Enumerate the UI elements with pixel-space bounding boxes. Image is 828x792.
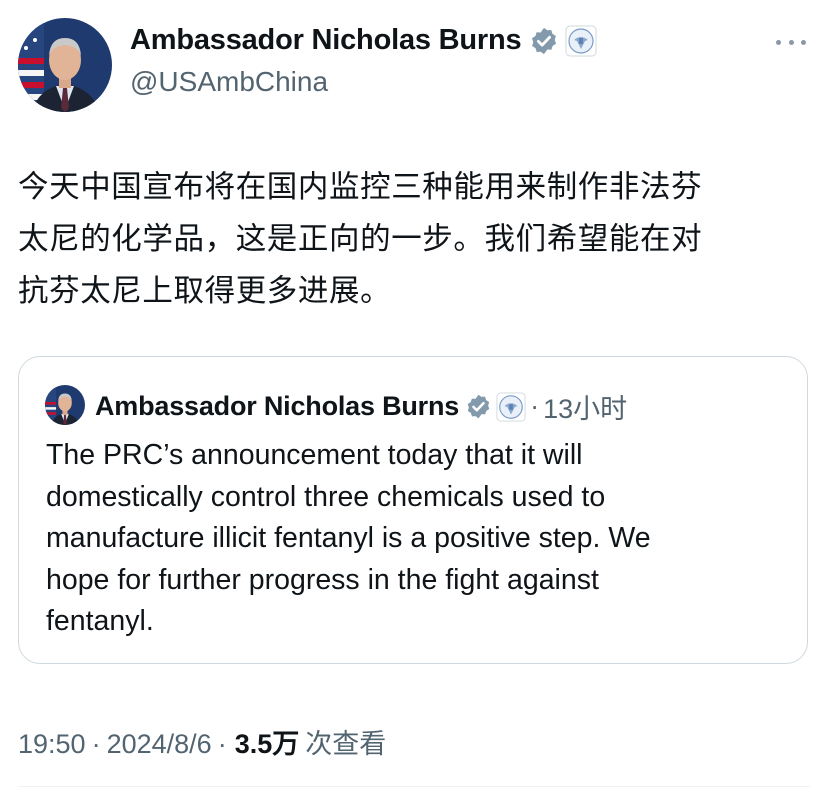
quoted-text-line: The PRC’s announcement today that it wil… (46, 439, 583, 471)
us-seal-icon[interactable] (565, 25, 597, 57)
verified-badge-icon[interactable] (465, 393, 492, 420)
tweet-meta: 19:50 · 2024/8/6 · 3.5万 次查看 (18, 722, 386, 761)
quoted-tweet-text: The PRC’s announcement today that it wil… (46, 435, 796, 643)
author-avatar[interactable] (18, 18, 112, 112)
views-count[interactable]: 3.5万 (235, 722, 300, 761)
author-name-row: Ambassador Nicholas Burns (130, 24, 597, 57)
quoted-header: Ambassador Nicholas Burns · 13小时 (95, 387, 627, 426)
tweet-date[interactable]: 2024/8/6 (107, 729, 212, 760)
tweet-text-line: 今天中国宣布将在国内监控三种能用来制作非法芬 (18, 170, 703, 205)
quoted-author-name[interactable]: Ambassador Nicholas Burns (95, 391, 459, 422)
quoted-text-line: hope for further progress in the fight a… (46, 563, 599, 596)
tweet-text: 今天中国宣布将在国内监控三种能用来制作非法芬 太尼的化学品，这是正向的一步。我们… (18, 162, 818, 318)
us-seal-icon[interactable] (496, 391, 526, 422)
avatar-image (45, 385, 85, 425)
dot-icon (788, 39, 794, 45)
dot-icon (776, 39, 781, 45)
tweet-text-line: 抗芬太尼上取得更多进展。 (18, 274, 392, 309)
tweet-text-line: 太尼的化学品，这是正向的一步。我们希望能在对 (18, 222, 703, 257)
dot-icon (801, 39, 806, 45)
quoted-text-line: domestically control three chemicals use… (46, 480, 606, 513)
tweet-detail: Ambassador Nicholas Burns @USAmbChina 今天… (0, 0, 828, 792)
quoted-text-line: manufacture illicit fentanyl is a positi… (46, 522, 651, 554)
quoted-separator: · (530, 391, 540, 421)
quoted-tweet-card[interactable]: Ambassador Nicholas Burns · 13小时 The PRC… (18, 356, 808, 664)
author-display-name[interactable]: Ambassador Nicholas Burns (130, 24, 522, 57)
tweet-time[interactable]: 19:50 (18, 729, 86, 760)
more-options-icon[interactable] (776, 30, 806, 54)
divider (18, 786, 810, 787)
meta-separator: · (217, 729, 227, 759)
quoted-timestamp[interactable]: 13小时 (543, 387, 627, 426)
views-label: 次查看 (305, 729, 387, 759)
quoted-author-avatar[interactable] (45, 385, 85, 425)
quoted-text-line: fentanyl. (46, 605, 154, 637)
verified-badge-icon[interactable] (529, 26, 559, 56)
author-handle[interactable]: @USAmbChina (130, 66, 328, 98)
meta-separator: · (91, 729, 101, 759)
avatar-image (18, 18, 112, 112)
